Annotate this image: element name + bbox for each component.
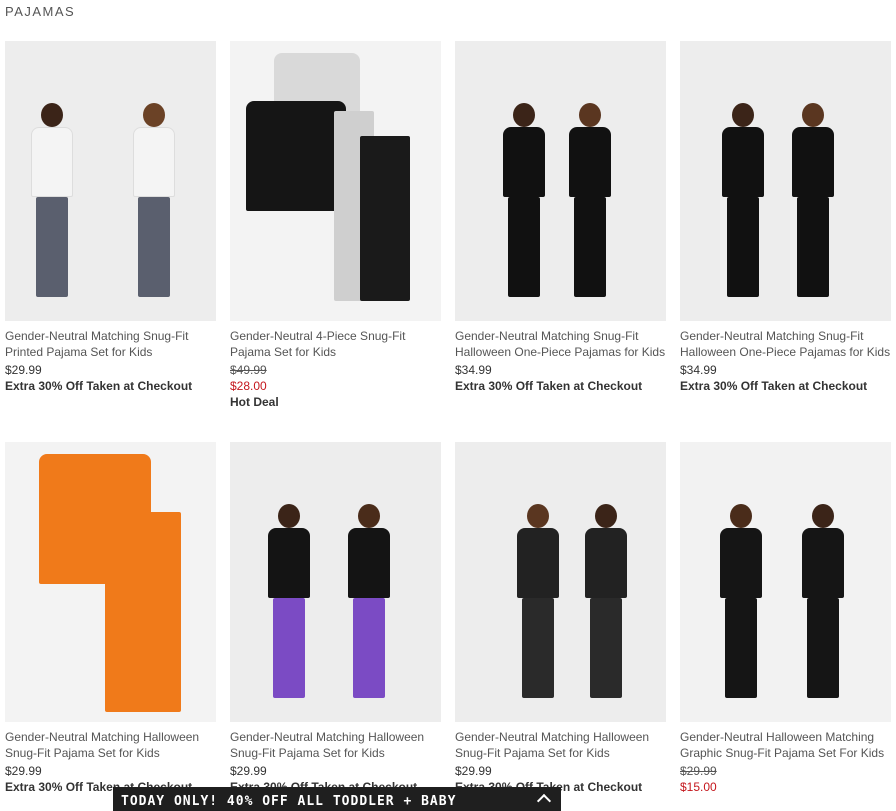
product-price-group: $29.99 $15.00 [680,763,891,795]
product-grid: Gender-Neutral Matching Snug-Fit Printed… [5,41,891,811]
product-name[interactable]: Gender-Neutral 4-Piece Snug-Fit Pajama S… [230,328,441,360]
promo-banner-text: TODAY ONLY! 40% OFF ALL TODDLER + BABY [121,794,457,809]
product-card[interactable]: Gender-Neutral Halloween Matching Graphi… [680,442,891,811]
product-image[interactable] [680,41,891,321]
product-image[interactable] [5,41,216,321]
product-card[interactable]: Gender-Neutral Matching Snug-Fit Hallowe… [455,41,666,442]
product-name[interactable]: Gender-Neutral Matching Snug-Fit Printed… [5,328,216,360]
product-card[interactable]: Gender-Neutral Matching Snug-Fit Printed… [5,41,216,442]
product-promo: Extra 30% Off Taken at Checkout [680,379,868,393]
product-image[interactable] [230,41,441,321]
product-price-group: $49.99 $28.00 [230,362,441,394]
product-price: $29.99 [455,764,492,778]
product-card[interactable]: Gender-Neutral Matching Halloween Snug-F… [455,442,666,811]
product-name[interactable]: Gender-Neutral Matching Snug-Fit Hallowe… [680,328,891,360]
product-image[interactable] [455,41,666,321]
original-price: $29.99 [680,764,717,778]
product-image[interactable] [680,442,891,722]
original-price: $49.99 [230,363,267,377]
product-card[interactable]: Gender-Neutral Matching Snug-Fit Hallowe… [680,41,891,442]
product-card[interactable]: Gender-Neutral Matching Halloween Snug-F… [5,442,216,811]
product-name[interactable]: Gender-Neutral Matching Halloween Snug-F… [5,729,216,761]
chevron-up-icon[interactable] [536,793,552,809]
product-promo: Extra 30% Off Taken at Checkout [5,379,193,393]
product-price: $29.99 [230,764,267,778]
product-image[interactable] [5,442,216,722]
product-name[interactable]: Gender-Neutral Matching Halloween Snug-F… [455,729,666,761]
product-price: $29.99 [5,764,42,778]
product-name[interactable]: Gender-Neutral Matching Snug-Fit Hallowe… [455,328,666,360]
product-name[interactable]: Gender-Neutral Halloween Matching Graphi… [680,729,891,761]
promo-banner[interactable]: TODAY ONLY! 40% OFF ALL TODDLER + BABY [113,787,561,811]
product-name[interactable]: Gender-Neutral Matching Halloween Snug-F… [230,729,441,761]
product-image[interactable] [455,442,666,722]
sale-price: $28.00 [230,379,267,393]
product-price: $34.99 [455,363,492,377]
product-card[interactable]: Gender-Neutral Matching Halloween Snug-F… [230,442,441,811]
product-card[interactable]: Gender-Neutral 4-Piece Snug-Fit Pajama S… [230,41,441,442]
product-price: $29.99 [5,363,42,377]
section-title: PAJAMAS [5,4,76,19]
product-promo: Extra 30% Off Taken at Checkout [455,379,643,393]
product-image[interactable] [230,442,441,722]
product-price: $34.99 [680,363,717,377]
sale-price: $15.00 [680,780,717,794]
product-promo: Hot Deal [230,395,279,409]
pajamas-product-page: PAJAMAS Gender-Neutral Matching Snug-Fit… [0,0,896,811]
